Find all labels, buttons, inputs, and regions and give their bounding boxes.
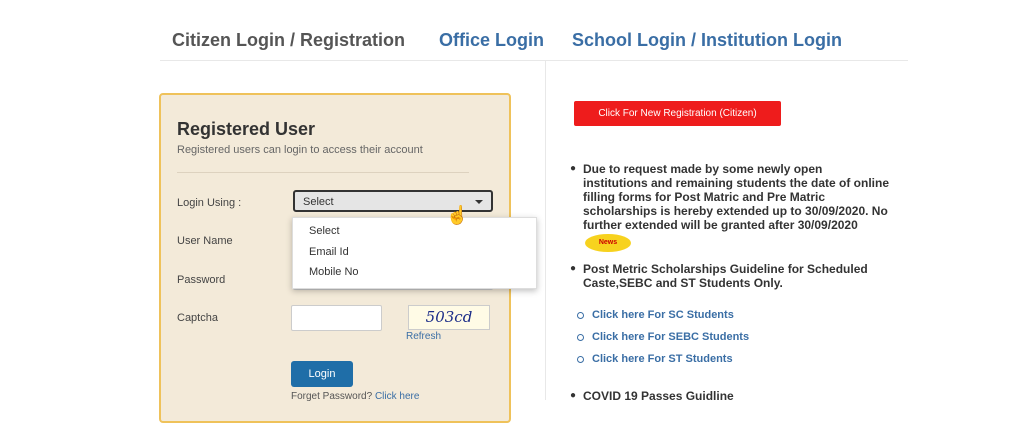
login-using-value: Select xyxy=(303,196,334,208)
dropdown-option-email[interactable]: Email Id xyxy=(309,246,349,258)
notice-line: further extended will be granted after 3… xyxy=(583,218,858,232)
notice-line: COVID 19 Passes Guidline xyxy=(583,389,734,403)
chevron-down-icon xyxy=(475,200,483,204)
notice-line: Due to request made by some newly open xyxy=(583,162,823,176)
circle-bullet-icon xyxy=(577,333,584,341)
forgot-password-link[interactable]: Click here xyxy=(375,391,419,402)
forgot-password-text: Forget Password? xyxy=(291,391,373,402)
circle-bullet-icon xyxy=(577,355,584,363)
bullet-icon: ● xyxy=(570,263,577,274)
tab-divider xyxy=(160,60,908,61)
captcha-input[interactable] xyxy=(291,305,382,331)
link-label: Click here For ST Students xyxy=(592,353,733,365)
notice-covid: ● COVID 19 Passes Guidline xyxy=(570,389,910,403)
circle-bullet-icon xyxy=(577,311,584,319)
tab-school-login[interactable]: School Login / Institution Login xyxy=(572,30,842,51)
panel-divider xyxy=(177,172,469,173)
notice-line: Post Metric Scholarships Guideline for S… xyxy=(583,262,868,276)
dropdown-option-select[interactable]: Select xyxy=(309,225,340,237)
link-sc-students[interactable]: Click here For SC Students xyxy=(577,309,734,321)
login-using-dropdown: Select Email Id Mobile No xyxy=(292,217,537,289)
notice-guideline: ● Post Metric Scholarships Guideline for… xyxy=(570,262,910,292)
link-label: Click here For SC Students xyxy=(592,309,734,321)
link-st-students[interactable]: Click here For ST Students xyxy=(577,353,733,365)
new-registration-button[interactable]: Click For New Registration (Citizen) xyxy=(574,101,781,126)
panel-subtitle: Registered users can login to access the… xyxy=(177,144,423,156)
dropdown-option-mobile[interactable]: Mobile No xyxy=(309,266,359,278)
hand-cursor-icon: ☝ xyxy=(446,205,469,225)
bullet-icon: ● xyxy=(570,163,577,174)
captcha-image: 503cd xyxy=(408,305,490,330)
notice-extension: ● Due to request made by some newly open… xyxy=(570,162,910,234)
captcha-label: Captcha xyxy=(177,312,218,324)
notice-line: institutions and remaining students the … xyxy=(583,176,890,190)
username-label: User Name xyxy=(177,235,233,247)
column-divider xyxy=(545,61,546,400)
login-using-label: Login Using : xyxy=(177,197,242,209)
link-sebc-students[interactable]: Click here For SEBC Students xyxy=(577,331,749,343)
link-label: Click here For SEBC Students xyxy=(592,331,750,343)
notice-line: scholarships is hereby extended up to 30… xyxy=(583,204,888,218)
password-label: Password xyxy=(177,274,226,286)
tab-office-login[interactable]: Office Login xyxy=(439,30,544,51)
forgot-password: Forget Password? Click here xyxy=(291,391,419,402)
login-button[interactable]: Login xyxy=(291,361,353,387)
captcha-refresh-link[interactable]: Refresh xyxy=(406,331,441,342)
notice-line: Caste,SEBC and ST Students Only. xyxy=(583,276,783,290)
panel-title: Registered User xyxy=(177,119,316,139)
news-badge: News xyxy=(585,234,631,252)
bullet-icon: ● xyxy=(570,390,577,401)
tab-citizen-login[interactable]: Citizen Login / Registration xyxy=(172,30,405,51)
notice-line: filling forms for Post Matric and Pre Ma… xyxy=(583,190,826,204)
